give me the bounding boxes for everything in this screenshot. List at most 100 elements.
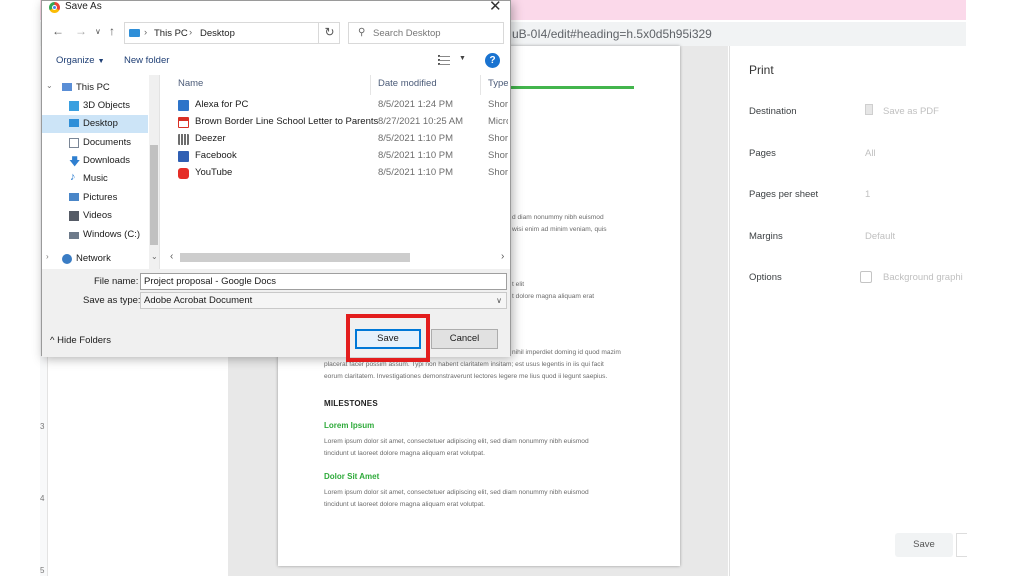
- music-icon: ♪: [70, 171, 76, 183]
- file-list: ^ Name Date modified Type Alexa for PC 8…: [162, 75, 508, 245]
- file-row[interactable]: Facebook 8/5/2021 1:10 PM Short: [176, 148, 508, 164]
- save-as-dialog: Save As ✕ ← → ∨ ↑ › This PC › Desktop ∨ …: [41, 0, 511, 357]
- document-paragraph-line: Lorem ipsum dolor sit amet, consectetuer…: [324, 438, 589, 445]
- column-header-type[interactable]: Type: [488, 78, 508, 89]
- scrollbar-thumb[interactable]: [150, 145, 158, 245]
- print-settings-panel: Print Destination Save as PDF Pages All …: [729, 46, 967, 576]
- up-arrow-icon[interactable]: ↑: [109, 24, 115, 38]
- navigation-row: ← → ∨ ↑ › This PC › Desktop ∨ ↻ ⚲: [42, 21, 510, 46]
- file-type: Micro: [488, 116, 508, 127]
- file-row[interactable]: Brown Border Line School Letter to Paren…: [176, 114, 508, 130]
- sidebar-item-label: Desktop: [83, 118, 118, 129]
- filename-field[interactable]: [140, 273, 507, 290]
- file-row[interactable]: Deezer 8/5/2021 1:10 PM Short: [176, 131, 508, 147]
- filename-label: File name:: [94, 276, 139, 287]
- file-row[interactable]: Alexa for PC 8/5/2021 1:24 PM Short: [176, 97, 508, 113]
- cancel-button[interactable]: Cancel: [431, 329, 498, 349]
- save-button[interactable]: Save: [355, 329, 421, 349]
- scroll-right-icon[interactable]: ›: [501, 251, 504, 262]
- chevron-down-icon[interactable]: ▼: [459, 55, 466, 62]
- sidebar-item-music[interactable]: ♪ Music: [42, 170, 148, 188]
- sidebar-item-videos[interactable]: Videos: [42, 207, 148, 225]
- document-paragraph-line: Lorem ipsum dolor sit amet, consectetuer…: [324, 489, 589, 496]
- document-paragraph-line: tincidunt ut laoreet dolore magna aliqua…: [324, 501, 485, 508]
- chevron-down-icon[interactable]: ⌄: [46, 81, 53, 90]
- search-box[interactable]: ⚲: [348, 22, 504, 44]
- new-folder-button[interactable]: New folder: [124, 55, 169, 66]
- margins-select[interactable]: Default: [865, 231, 895, 242]
- document-subheading: Dolor Sit Amet: [324, 472, 380, 481]
- column-divider[interactable]: [480, 75, 481, 95]
- document-subheading: Lorem Ipsum: [324, 421, 375, 430]
- file-date: 8/5/2021 1:10 PM: [378, 167, 453, 178]
- view-options-icon[interactable]: [438, 55, 450, 65]
- pages-per-sheet-label: Pages per sheet: [749, 189, 819, 200]
- sidebar-item-label: Pictures: [83, 192, 118, 203]
- file-type: Short: [488, 150, 508, 161]
- print-save-button[interactable]: Save: [895, 533, 953, 557]
- sidebar-item-label: 3D Objects: [83, 100, 130, 111]
- column-divider[interactable]: [370, 75, 371, 95]
- document-text-fragment: t elit: [512, 281, 525, 288]
- sidebar-item-downloads[interactable]: 🡇 Downloads: [42, 152, 148, 170]
- navigation-pane: ⌄ This PC 3D Objects Desktop Documents 🡇…: [42, 75, 160, 271]
- pages-per-sheet-select[interactable]: 1: [865, 189, 870, 200]
- hide-folders-button[interactable]: ^ Hide Folders: [50, 335, 111, 346]
- breadcrumb-this-pc[interactable]: This PC: [154, 28, 188, 39]
- search-icon: ⚲: [358, 27, 366, 38]
- dialog-titlebar[interactable]: Save As ✕: [42, 0, 510, 15]
- sidebar-item-label: Videos: [83, 210, 112, 221]
- breadcrumb[interactable]: › This PC › Desktop ∨: [124, 22, 388, 44]
- column-header-date-modified[interactable]: Date modified: [378, 78, 437, 89]
- close-icon[interactable]: ✕: [489, 0, 502, 15]
- browser-url-text[interactable]: uB-0I4/edit#heading=h.5x0d5h95i329: [512, 27, 712, 41]
- pages-select[interactable]: All: [865, 148, 876, 159]
- sidebar-item-label: Windows (C:): [83, 229, 141, 240]
- forward-arrow-icon[interactable]: →: [75, 24, 87, 38]
- sidebar-item-pictures[interactable]: Pictures: [42, 189, 148, 207]
- organize-button[interactable]: Organize ▼: [56, 55, 105, 66]
- sidebar-item-network[interactable]: › Network: [42, 250, 148, 268]
- drive-icon: [69, 232, 79, 239]
- recent-locations-icon[interactable]: ∨: [95, 27, 101, 36]
- sidebar-item-documents[interactable]: Documents: [42, 134, 148, 152]
- options-label: Options: [749, 272, 782, 283]
- file-row[interactable]: YouTube 8/5/2021 1:10 PM Short: [176, 165, 508, 181]
- background-graphics-label: Background graphi: [883, 272, 963, 283]
- background-graphics-checkbox[interactable]: [860, 271, 872, 283]
- destination-select[interactable]: Save as PDF: [883, 106, 939, 117]
- chevron-down-icon: ∨: [496, 296, 502, 305]
- chevron-right-icon[interactable]: ›: [46, 252, 49, 261]
- sort-ascending-icon: ^: [270, 75, 274, 78]
- refresh-icon[interactable]: ↻: [318, 22, 340, 44]
- pdf-icon: [865, 104, 873, 115]
- search-input[interactable]: [373, 25, 498, 41]
- sidebar-item-label: Downloads: [83, 155, 130, 166]
- breadcrumb-separator: ›: [144, 27, 148, 38]
- navigation-pane-scrollbar[interactable]: [149, 75, 159, 271]
- scrollbar-thumb[interactable]: [180, 253, 410, 262]
- file-name: YouTube: [195, 167, 233, 178]
- sidebar-item-desktop[interactable]: Desktop: [42, 115, 148, 133]
- horizontal-scrollbar[interactable]: ‹ ›: [162, 251, 508, 265]
- computer-icon: [62, 83, 72, 91]
- document-paragraph-line: eorum claritatem. Investigationes demons…: [324, 373, 608, 380]
- scroll-left-icon[interactable]: ‹: [170, 251, 173, 262]
- file-type: Short: [488, 99, 508, 110]
- pages-label: Pages: [749, 148, 776, 159]
- sidebar-item-this-pc[interactable]: ⌄ This PC: [42, 79, 148, 97]
- breadcrumb-desktop[interactable]: Desktop: [200, 28, 235, 39]
- sidebar-item-label: Documents: [83, 137, 132, 148]
- column-header-name[interactable]: Name: [178, 78, 203, 89]
- help-icon[interactable]: ?: [485, 53, 500, 68]
- print-cancel-button-edge[interactable]: [956, 533, 967, 557]
- back-arrow-icon[interactable]: ←: [52, 24, 64, 38]
- file-name: Brown Border Line School Letter to Paren…: [195, 116, 379, 127]
- breadcrumb-separator: ›: [189, 27, 193, 38]
- deezer-shortcut-icon: [178, 134, 189, 145]
- scroll-down-icon[interactable]: ⌄: [151, 252, 158, 261]
- save-as-type-select[interactable]: Adobe Acrobat Document ∨: [140, 292, 507, 309]
- sidebar-item-windows-c[interactable]: Windows (C:): [42, 226, 148, 244]
- file-name: Deezer: [195, 133, 226, 144]
- sidebar-item-3d-objects[interactable]: 3D Objects: [42, 97, 148, 115]
